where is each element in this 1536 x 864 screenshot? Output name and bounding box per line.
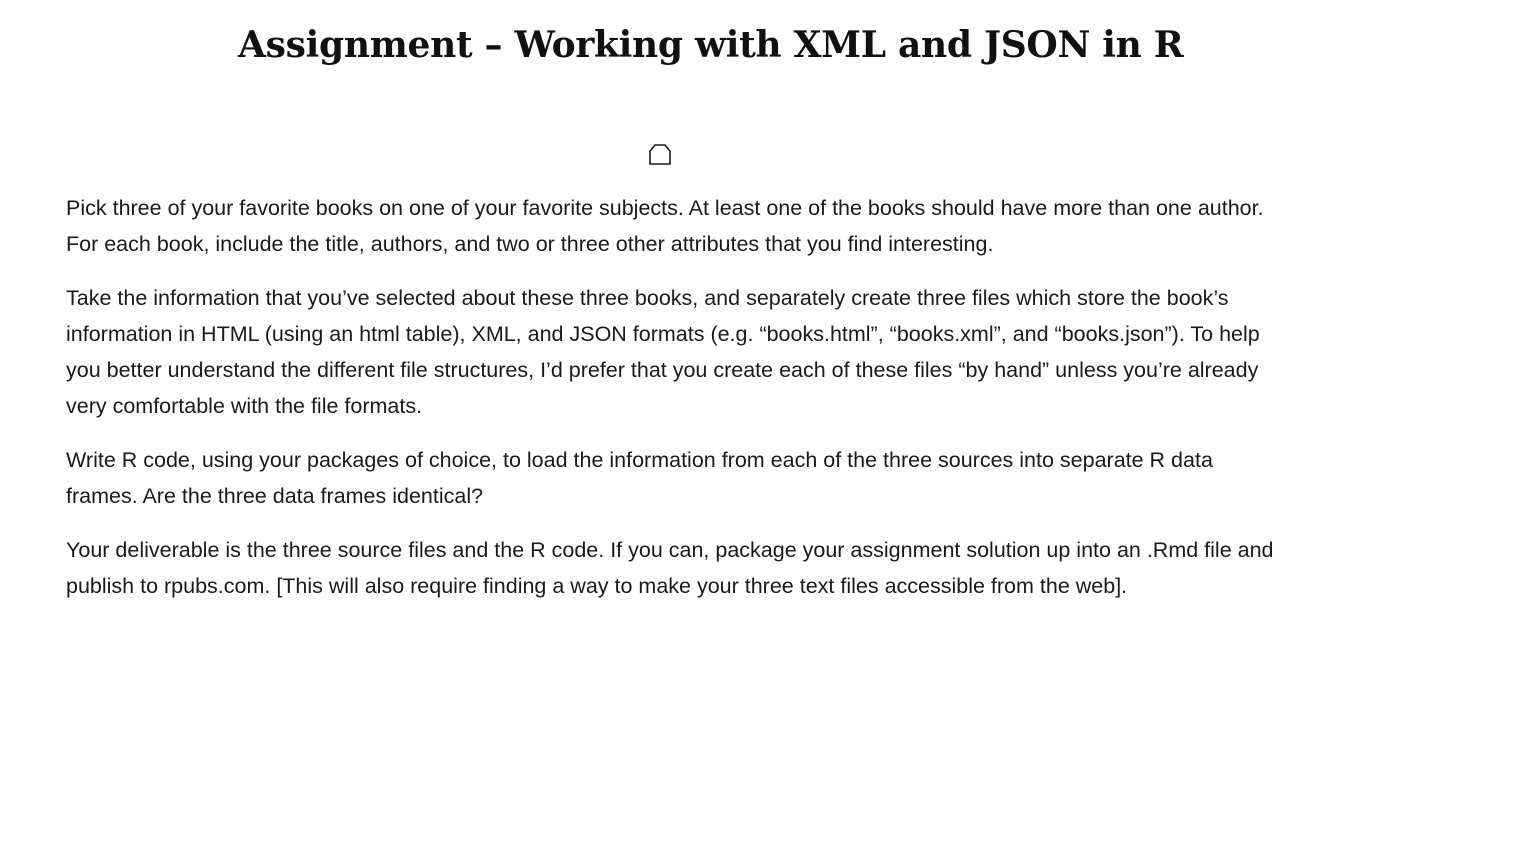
assignment-body: Pick three of your favorite books on one… (66, 190, 1276, 622)
paragraph-books: Pick three of your favorite books on one… (66, 196, 1264, 256)
paragraph-deliverable: Your deliverable is the three source fil… (66, 538, 1274, 598)
paragraph-file-formats: Take the information that you’ve selecte… (66, 286, 1260, 418)
page-title: Assignment – Working with XML and JSON i… (238, 24, 1184, 66)
paragraph-r-code: Write R code, using your packages of cho… (66, 448, 1213, 508)
anchor-marker-icon (648, 142, 672, 166)
